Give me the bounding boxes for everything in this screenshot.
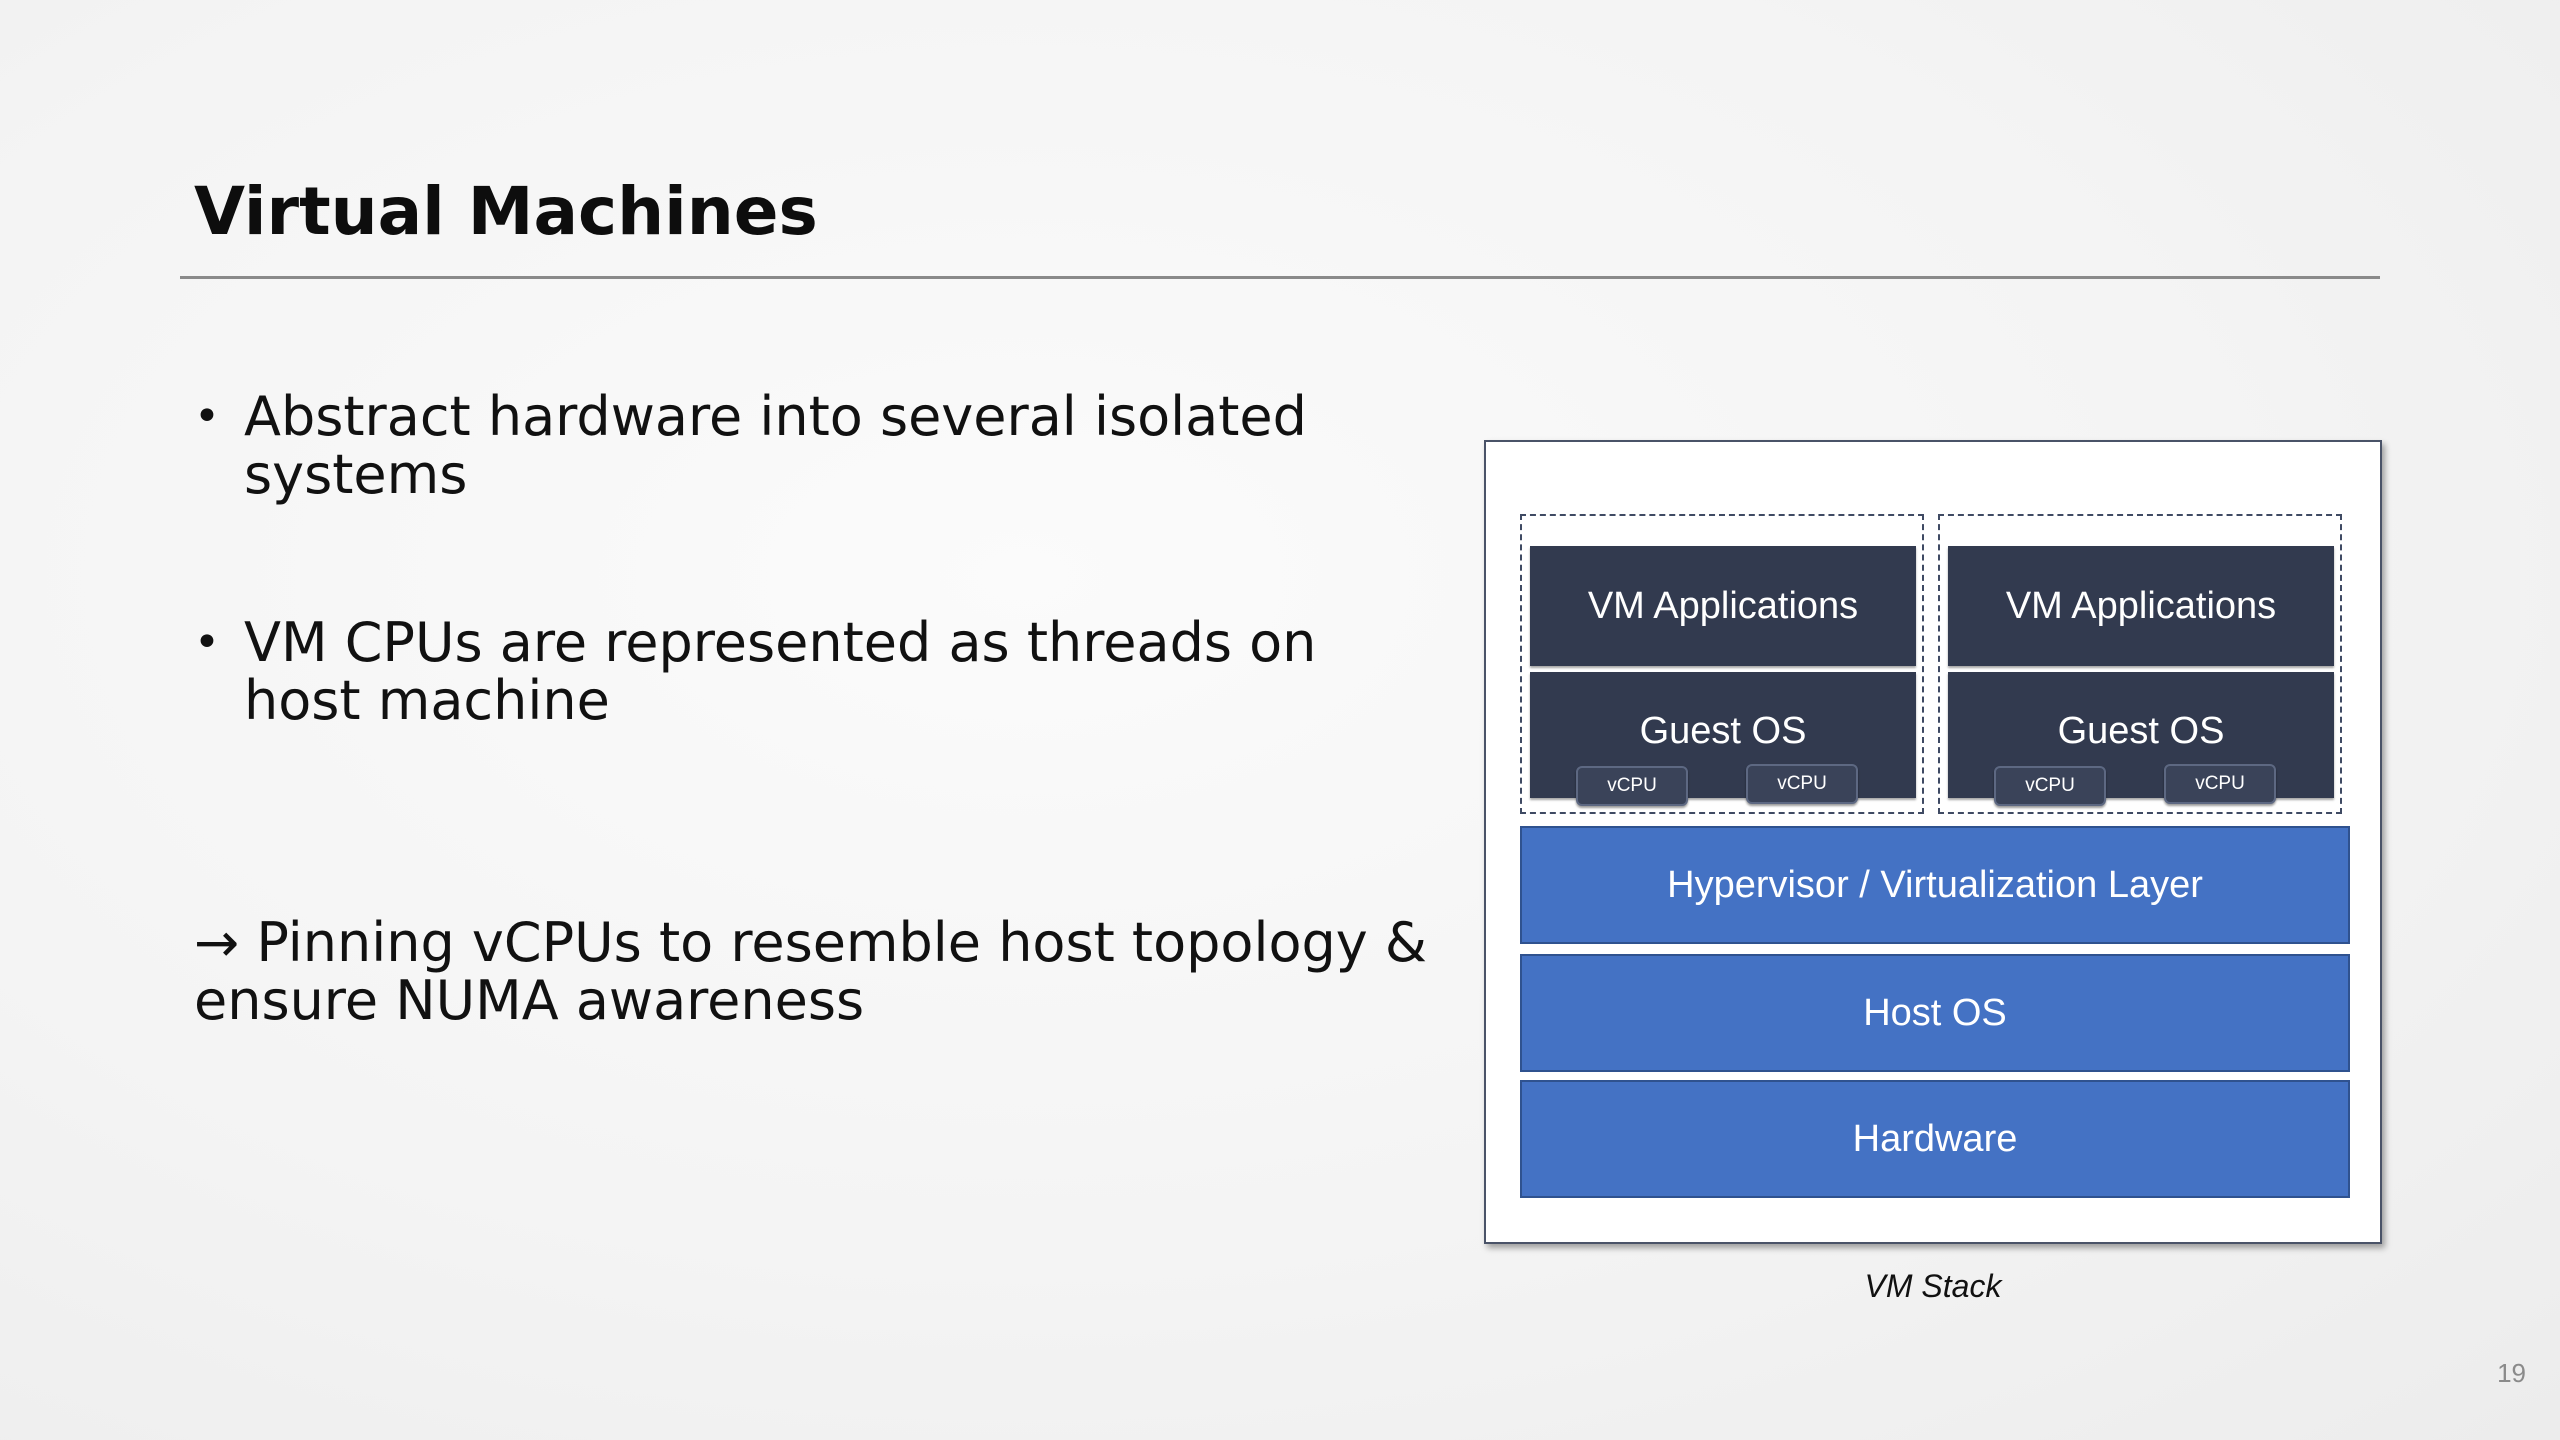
bullet-list: • Abstract hardware into several isolate… [194, 388, 1444, 730]
slide-title: Virtual Machines [194, 173, 818, 250]
bullet-item: • Abstract hardware into several isolate… [194, 388, 1444, 504]
vm-group-2: VM Applications Guest OS vCPU vCPU [1938, 514, 2342, 814]
bullet-text: VM CPUs are represented as threads on ho… [244, 611, 1317, 732]
vcpu-chip: vCPU [1576, 766, 1688, 806]
bullet-text: Abstract hardware into several isolated … [244, 385, 1307, 506]
hardware-layer: Hardware [1520, 1080, 2350, 1198]
hypervisor-layer: Hypervisor / Virtualization Layer [1520, 826, 2350, 944]
conclusion-text: → Pinning vCPUs to resemble host topolog… [194, 911, 1428, 1032]
bullet-dot-icon: • [194, 617, 220, 668]
vm-applications-block: VM Applications [1948, 546, 2334, 666]
bullet-item: • VM CPUs are represented as threads on … [194, 614, 1444, 730]
vm-applications-block: VM Applications [1530, 546, 1916, 666]
vm-group-1: VM Applications Guest OS vCPU vCPU [1520, 514, 1924, 814]
vm-stack-diagram: VM Applications Guest OS vCPU vCPU VM Ap… [1484, 440, 2382, 1244]
page-number: 19 [2497, 1358, 2526, 1388]
bullet-dot-icon: • [194, 391, 220, 442]
title-divider [180, 276, 2380, 279]
vcpu-chip: vCPU [1994, 766, 2106, 806]
vcpu-chip: vCPU [2164, 764, 2276, 804]
host-os-layer: Host OS [1520, 954, 2350, 1072]
diagram-caption: VM Stack [1864, 1268, 2002, 1304]
vcpu-chip: vCPU [1746, 764, 1858, 804]
